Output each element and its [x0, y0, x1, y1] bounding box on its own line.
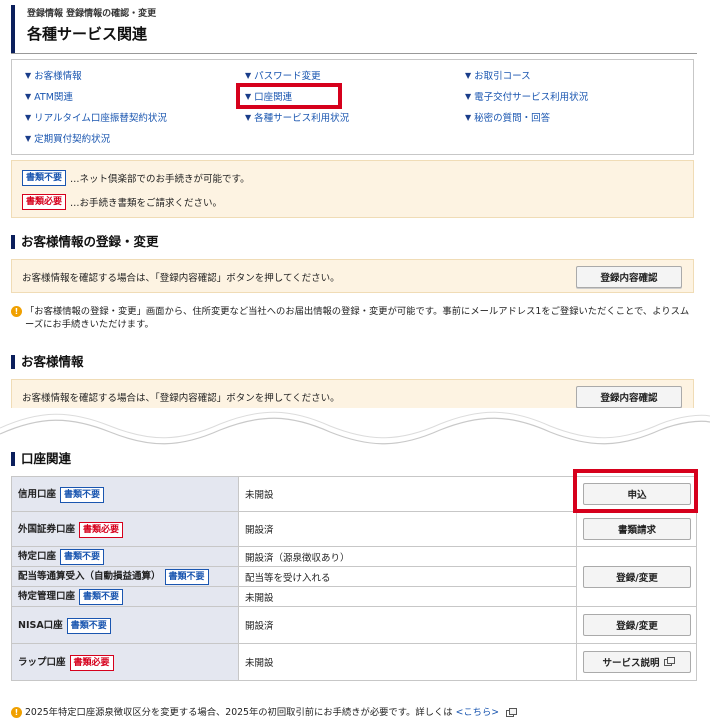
register-change-button[interactable]: 登録/変更 — [583, 614, 691, 636]
nav-link-e-delivery[interactable]: ▼ 電子交付サービス利用状況 — [465, 89, 588, 104]
doc-required-badge: 書類必要 — [22, 194, 67, 210]
register-note: ! 「お客様情報の登録・変更」画面から、住所変更など当社へのお届出情報の登録・変… — [11, 305, 694, 331]
chevron-down-icon: ▼ — [465, 70, 472, 80]
row-label: 特定管理口座 — [18, 591, 76, 602]
section-heading-register: お客様情報の登録・変更 — [11, 235, 159, 249]
row-status: 未開設 — [238, 643, 577, 681]
external-link-icon — [506, 708, 518, 717]
customer-info-message: お客様情報を確認する場合は、「登録内容確認」ボタンを押してください。 — [22, 393, 340, 404]
row-label: 配当等通算受入（自動損益通算） — [18, 571, 161, 582]
nav-link-realtime-transfer[interactable]: ▼ リアルタイム口座振替契約状況 — [25, 110, 167, 125]
row-status: 未開設 — [238, 476, 577, 512]
chevron-down-icon: ▼ — [465, 112, 472, 122]
register-change-button[interactable]: 登録/変更 — [583, 565, 691, 588]
nav-link-secret-question[interactable]: ▼ 秘密の質問・回答 — [465, 110, 550, 125]
nav-link-course[interactable]: ▼ お取引コース — [465, 68, 531, 83]
chevron-down-icon: ▼ — [25, 112, 32, 122]
row-status: 開設済（源泉徴収あり） — [238, 546, 577, 567]
row-status: 未開設 — [238, 586, 577, 607]
section-heading-customer-info: お客様情報 — [11, 355, 84, 369]
no-doc-badge: 書類不要 — [79, 589, 124, 605]
no-doc-badge: 書類不要 — [60, 486, 105, 503]
register-info-box: お客様情報を確認する場合は、「登録内容確認」ボタンを押してください。 登録内容確… — [11, 259, 694, 293]
chevron-down-icon: ▼ — [465, 91, 472, 101]
chevron-down-icon: ▼ — [245, 112, 252, 122]
torn-edge-separator — [0, 408, 710, 448]
page-header: 登録情報 登録情報の確認・変更 各種サービス関連 — [11, 5, 701, 53]
nav-link-password[interactable]: ▼ パスワード変更 — [245, 68, 321, 83]
row-label: ラップ口座 — [18, 656, 66, 668]
footer-note-text: 2025年特定口座源泉徴収区分を変更する場合、2025年の初回取引前にお手続きが… — [25, 707, 453, 718]
legend-text: …ネット倶楽部でのお手続きが可能です。 — [70, 174, 250, 185]
table-row: 特定口座 書類不要 開設済（源泉徴収あり） 登録/変更 — [11, 546, 697, 607]
legend-text: …お手続き書類をご請求ください。 — [70, 198, 223, 209]
nav-link-customer-info[interactable]: ▼ お客様情報 — [25, 68, 82, 83]
no-doc-badge: 書類不要 — [22, 170, 67, 186]
register-note-text: 「お客様情報の登録・変更」画面から、住所変更など当社へのお届出情報の登録・変更が… — [25, 306, 690, 330]
confirm-registration-button[interactable]: 登録内容確認 — [576, 386, 682, 408]
row-label: NISA口座 — [18, 619, 63, 631]
section-heading-account: 口座関連 — [11, 452, 71, 466]
no-doc-badge: 書類不要 — [66, 617, 111, 634]
chevron-down-icon: ▼ — [245, 70, 252, 80]
nav-link-atm[interactable]: ▼ ATM関連 — [25, 89, 73, 104]
row-label: 信用口座 — [18, 488, 57, 500]
request-documents-button[interactable]: 書類請求 — [583, 518, 691, 540]
legend-box: 書類不要 …ネット倶楽部でのお手続きが可能です。 書類必要 …お手続き書類をご請… — [11, 160, 694, 218]
row-status: 開設済 — [238, 511, 577, 547]
row-status: 開設済 — [238, 606, 577, 644]
table-row: ラップ口座 書類必要 未開設 サービス説明 — [11, 643, 697, 681]
account-footer-note: ! 2025年特定口座源泉徴収区分を変更する場合、2025年の初回取引前にお手続… — [11, 706, 518, 719]
title-divider — [11, 53, 697, 54]
nav-link-periodic-purchase[interactable]: ▼ 定期買付契約状況 — [25, 131, 110, 146]
chevron-down-icon: ▼ — [25, 133, 32, 143]
row-status: 配当等を受け入れる — [238, 566, 577, 587]
section-nav: ▼ お客様情報 ▼ パスワード変更 ▼ お取引コース ▼ ATM関連 ▼ 口座関連 ▼ 電子… — [11, 59, 694, 155]
breadcrumb: 登録情報 登録情報の確認・変更 — [27, 9, 157, 19]
legend-row-doc: 書類必要 …お手続き書類をご請求ください。 — [22, 194, 222, 210]
no-doc-badge: 書類不要 — [164, 569, 209, 585]
warning-icon: ! — [11, 707, 22, 718]
row-label: 外国証券口座 — [18, 523, 76, 535]
chevron-down-icon: ▼ — [25, 70, 32, 80]
page-title: 各種サービス関連 — [27, 25, 148, 43]
table-row: 外国証券口座 書類必要 開設済 書類請求 — [11, 511, 697, 547]
confirm-registration-button[interactable]: 登録内容確認 — [576, 266, 682, 288]
doc-required-badge: 書類必要 — [79, 521, 124, 538]
external-link-icon — [663, 656, 675, 666]
no-doc-badge: 書類不要 — [60, 549, 105, 565]
register-message: お客様情報を確認する場合は、「登録内容確認」ボタンを押してください。 — [22, 273, 340, 284]
highlight-frame-account-link — [236, 83, 342, 109]
service-description-button[interactable]: サービス説明 — [583, 651, 691, 673]
warning-icon: ! — [11, 306, 22, 317]
doc-required-badge: 書類必要 — [69, 654, 114, 671]
nav-link-service-usage[interactable]: ▼ 各種サービス利用状況 — [245, 110, 349, 125]
chevron-down-icon: ▼ — [25, 91, 32, 101]
row-label: 特定口座 — [18, 551, 57, 562]
table-row: NISA口座 書類不要 開設済 登録/変更 — [11, 606, 697, 644]
legend-row-no-doc: 書類不要 …ネット倶楽部でのお手続きが可能です。 — [22, 170, 250, 186]
highlight-frame-apply-button — [573, 469, 698, 513]
details-link[interactable]: <こちら> — [456, 706, 499, 719]
